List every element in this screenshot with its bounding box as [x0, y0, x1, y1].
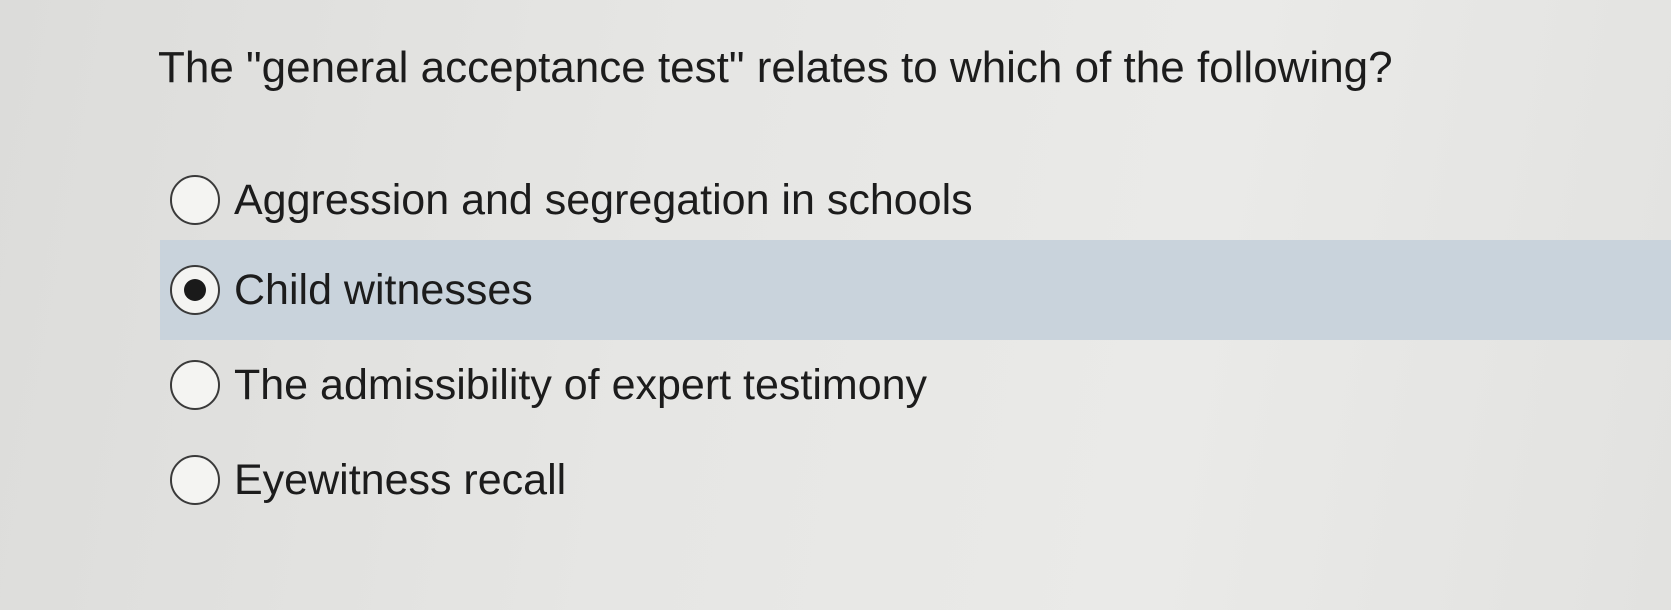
option-child-witnesses[interactable]: Child witnesses [160, 240, 1671, 340]
radio-button[interactable] [170, 360, 220, 410]
radio-button[interactable] [170, 265, 220, 315]
option-label: Child witnesses [234, 266, 533, 314]
question-text: The "general acceptance test" relates to… [158, 43, 1393, 92]
option-eyewitness-recall[interactable]: Eyewitness recall [160, 430, 1671, 530]
option-expert-testimony[interactable]: The admissibility of expert testimony [160, 335, 1671, 435]
option-label: The admissibility of expert testimony [234, 361, 928, 409]
option-label: Aggression and segregation in schools [234, 176, 973, 224]
radio-selected-dot [184, 279, 206, 301]
option-aggression-segregation[interactable]: Aggression and segregation in schools [160, 150, 1671, 250]
radio-button[interactable] [170, 455, 220, 505]
option-label: Eyewitness recall [234, 456, 567, 504]
radio-button[interactable] [170, 175, 220, 225]
